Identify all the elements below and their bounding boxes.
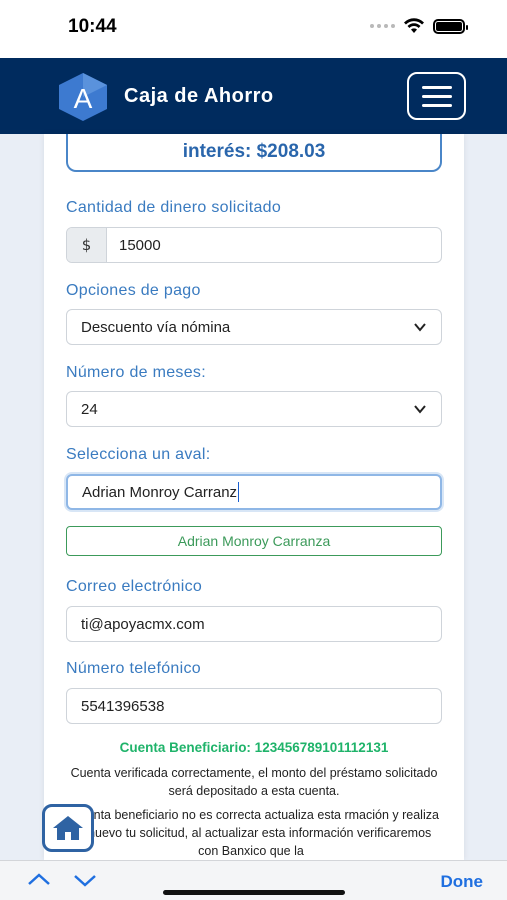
interest-value: interés: $208.03 [182, 141, 326, 162]
status-icons [370, 18, 468, 34]
menu-icon [421, 85, 452, 89]
guarantor-input[interactable]: Adrian Monroy Carranz [66, 474, 442, 510]
currency-addon: $ [67, 228, 107, 262]
app-header: A Caja de Ahorro [0, 58, 507, 134]
email-value: ti@apoyacmx.com [81, 615, 205, 633]
battery-icon [433, 18, 468, 34]
amount-input[interactable]: 15000 [107, 228, 441, 262]
payment-selected: Descuento vía nómina [81, 318, 231, 336]
home-indicator [163, 890, 345, 895]
chevron-up-icon[interactable] [26, 869, 52, 891]
interest-box: interés: $208.03 [66, 134, 442, 172]
months-selected: 24 [81, 400, 98, 418]
amount-label: Cantidad de dinero solicitado [66, 199, 282, 216]
status-bar: 10:44 [0, 0, 507, 58]
signal-icon [370, 24, 395, 28]
phone-value: 5541396538 [81, 697, 165, 715]
wifi-icon [404, 18, 424, 33]
email-field[interactable]: ti@apoyacmx.com [66, 606, 442, 642]
logo-icon: A [59, 73, 107, 121]
payment-select[interactable]: Descuento vía nómina [66, 309, 442, 345]
months-label: Número de meses: [66, 364, 206, 381]
chevron-down-icon[interactable] [72, 869, 98, 891]
text-caret [238, 482, 240, 502]
home-button[interactable] [42, 804, 94, 852]
guarantor-label: Selecciona un aval: [66, 446, 211, 463]
months-select[interactable]: 24 [66, 391, 442, 427]
email-label: Correo electrónico [66, 578, 203, 595]
phone-label: Número telefónico [66, 660, 201, 677]
verified-message: Cuenta verificada correctamente, el mont… [70, 766, 438, 798]
amount-input-group[interactable]: $ 15000 [66, 227, 442, 263]
chevron-down-icon [414, 323, 426, 332]
menu-button[interactable] [407, 72, 466, 120]
warning-message: a cuenta beneficiario no es correcta act… [63, 808, 439, 858]
guarantor-value: Adrian Monroy Carranz [82, 483, 238, 501]
logo-letter: A [74, 83, 93, 114]
done-button[interactable]: Done [441, 872, 484, 892]
status-time: 10:44 [68, 16, 117, 37]
home-icon [53, 816, 83, 840]
chevron-down-icon [414, 405, 426, 414]
payment-label: Opciones de pago [66, 282, 201, 299]
beneficiary-account: Cuenta Beneficiario: 123456789101112131 [119, 740, 389, 755]
guarantor-suggestion[interactable]: Adrian Monroy Carranza [66, 526, 442, 556]
app-title: Caja de Ahorro [124, 85, 274, 107]
phone-field[interactable]: 5541396538 [66, 688, 442, 724]
